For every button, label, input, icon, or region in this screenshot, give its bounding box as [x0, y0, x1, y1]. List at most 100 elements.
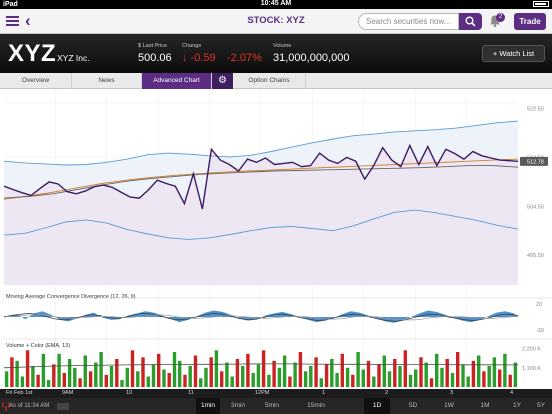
tab-advanced-chart[interactable]: Advanced Chart: [142, 73, 212, 89]
volume-bar: [31, 366, 35, 387]
volume-bar: [361, 369, 365, 387]
battery-icon: [533, 1, 549, 7]
volume-bar: [366, 360, 371, 388]
volume-bar: [172, 352, 177, 387]
tab-option-chains[interactable]: Option Chains: [233, 73, 306, 89]
volume-bar: [52, 364, 56, 388]
volume-bar: [424, 362, 428, 387]
volume-bar: [456, 352, 460, 387]
volume-bar: [408, 374, 413, 388]
time-tick-label: 10: [126, 390, 133, 396]
watchlist-button[interactable]: + Watch List: [482, 45, 545, 62]
volume-bar: [204, 367, 208, 388]
search-icon: [465, 16, 476, 27]
time-tick-label: Fri Feb 1st: [6, 390, 33, 396]
volume-bar: [324, 364, 329, 388]
volume-bar: [319, 378, 323, 388]
time-tick-label: 3: [450, 390, 454, 396]
volume-bar: [261, 350, 266, 388]
range-5D[interactable]: 5D: [400, 398, 426, 414]
volume-bar: [151, 364, 156, 388]
volume-bar: [461, 364, 465, 388]
volume-bar: [136, 371, 140, 388]
volume-bar: [272, 360, 276, 388]
volume-panel: [3, 338, 552, 388]
footer-bar: As of 11:34 AM 1min 3min 5min 15min 1D 5D 1W 1…: [0, 398, 552, 414]
volume-bar: [4, 371, 9, 388]
time-tick-label: 2: [385, 390, 389, 396]
range-1M[interactable]: 1M: [472, 398, 498, 414]
volume-bar: [104, 374, 108, 388]
volume-bar: [282, 355, 287, 387]
tab-overview[interactable]: Overview: [0, 73, 72, 89]
volume-bar: [146, 376, 150, 387]
time-tick-label: 1: [322, 390, 326, 396]
macd-tick-label: -20: [536, 328, 544, 334]
time-tick-label: 12PM: [255, 390, 270, 396]
quote-header: XYZ XYZ Inc. $ Last Price 500.06 Change …: [0, 34, 552, 73]
search-button[interactable]: [459, 13, 482, 30]
volume-bar: [193, 355, 198, 387]
volume-bar: [345, 367, 350, 388]
volume-bar: [73, 367, 77, 388]
volume-bar: [356, 352, 360, 387]
clock: 10:45 AM: [260, 0, 292, 7]
volume-bar: [414, 369, 418, 387]
volume-bar: [246, 353, 250, 388]
volume-y-axis: 2,200 K 1,100 K: [522, 347, 541, 372]
volume-bar: [440, 367, 444, 388]
range-5Y[interactable]: 5Y: [531, 398, 551, 414]
time-tick-label: 11: [188, 390, 194, 396]
chart-canvas: 522.50513.50512.78504.50495.50 Moving Av…: [3, 89, 552, 389]
tab-news[interactable]: News: [72, 73, 142, 89]
macd-panel: [3, 297, 552, 323]
ticker-symbol: XYZ: [8, 40, 57, 67]
volume-bar: [235, 359, 240, 387]
volume-bar: [267, 374, 271, 388]
price-tick-label: 495.50: [527, 253, 544, 259]
price-tick-label: 504.50: [527, 204, 544, 210]
volume-bar: [15, 360, 19, 388]
volume-bar: [241, 366, 245, 387]
volume-bar: [220, 371, 224, 388]
volume-bar: [199, 378, 203, 388]
last-price-label: $ Last Price: [138, 43, 168, 49]
range-1W[interactable]: 1W: [436, 398, 462, 414]
time-tick-label: 9AM: [62, 390, 74, 396]
volume-bar: [256, 364, 261, 388]
last-price-value: 500.06: [138, 52, 172, 64]
interval-1min[interactable]: 1min: [196, 398, 220, 414]
range-1D[interactable]: 1D: [364, 398, 390, 414]
volume-bar: [167, 373, 171, 387]
time-axis: Fri Feb 1st 9AM 10 11 12PM 1 2 3 4: [0, 389, 552, 398]
top-nav: ‹ STOCK: XYZ Search securities now... 2 …: [0, 9, 552, 34]
macd-tick-label: 20: [536, 302, 542, 308]
volume-bar: [83, 355, 87, 387]
range-1Y[interactable]: 1Y: [507, 398, 527, 414]
volume-bar: [188, 366, 192, 387]
advanced-chart[interactable]: 522.50513.50512.78504.50495.50 Moving Av…: [0, 89, 552, 389]
chart-settings-gear-icon[interactable]: ⚙: [212, 73, 233, 89]
change-amount: -0.59: [190, 52, 216, 64]
volume-bar: [508, 374, 512, 388]
down-arrow-icon: ↓: [182, 52, 188, 64]
as-of-timestamp: As of 11:34 AM: [9, 403, 50, 409]
interval-5min[interactable]: 5min: [260, 398, 284, 414]
volume-bar: [314, 357, 318, 388]
interval-15min[interactable]: 15min: [302, 398, 330, 414]
trade-button[interactable]: Trade: [514, 13, 546, 30]
volume-bar: [398, 366, 402, 387]
volume-bar: [372, 376, 376, 387]
volume-bar: [277, 367, 282, 388]
search-input[interactable]: Search securities now...: [358, 13, 459, 30]
volume-bar: [36, 374, 40, 388]
volume-value: 31,000,000,000: [273, 52, 350, 64]
volume-bar: [94, 362, 98, 387]
volume-bar: [67, 359, 72, 387]
interval-3min[interactable]: 3min: [226, 398, 250, 414]
volume-bar: [120, 380, 124, 387]
volume-label: Volume: [273, 43, 292, 49]
volume-bar: [419, 357, 423, 388]
company-name: XYZ Inc.: [57, 53, 90, 63]
volume-bar: [309, 366, 313, 387]
